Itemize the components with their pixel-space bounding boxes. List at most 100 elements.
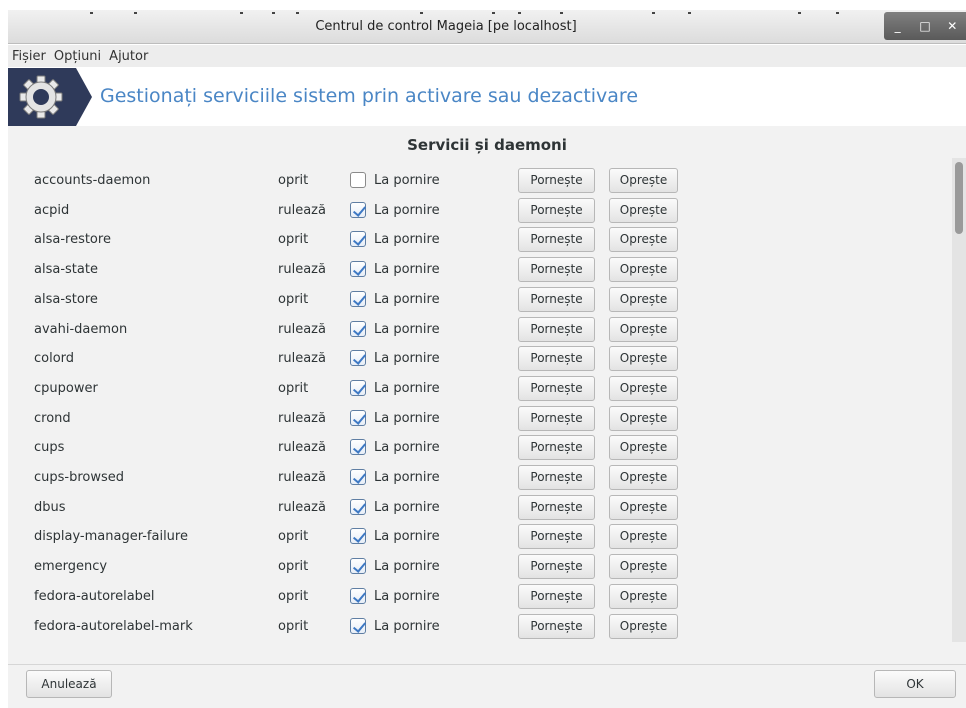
gear-icon [8, 68, 76, 126]
maximize-icon[interactable]: □ [915, 16, 935, 36]
stop-button[interactable]: Oprește [609, 316, 678, 342]
on-boot-label[interactable]: La pornire [374, 173, 440, 188]
on-boot-checkbox[interactable] [350, 558, 366, 575]
on-boot-checkbox[interactable] [350, 498, 366, 515]
start-button[interactable]: Pornește [518, 583, 595, 609]
stop-button[interactable]: Oprește [609, 435, 678, 461]
service-row: fedora-autorelabel oprit La pornire Porneșt… [8, 582, 952, 612]
on-boot-label[interactable]: La pornire [374, 203, 440, 218]
minimize-icon[interactable]: _ [888, 16, 908, 36]
close-icon[interactable]: ✕ [942, 16, 962, 36]
service-state: oprit [278, 618, 309, 634]
on-boot-label[interactable]: La pornire [374, 351, 440, 366]
service-row: cups rulează La pornire Pornește Oprește [8, 433, 952, 463]
stop-button[interactable]: Oprește [609, 465, 678, 490]
on-boot-label[interactable]: La pornire [374, 529, 440, 544]
on-boot-checkbox[interactable] [350, 290, 366, 307]
stop-button[interactable]: Oprește [609, 286, 678, 312]
stop-button[interactable]: Oprește [609, 524, 678, 550]
scrollbar-thumb[interactable] [955, 162, 963, 234]
stop-button[interactable]: Oprește [609, 197, 678, 223]
menu-file[interactable]: Fișier [12, 49, 46, 64]
on-boot-label[interactable]: La pornire [374, 470, 440, 485]
start-button[interactable]: Pornește [518, 435, 595, 461]
start-button[interactable]: Pornește [518, 613, 595, 639]
service-row: cups-browsed rulează La pornire Pornește Opr… [8, 463, 952, 493]
on-boot-checkbox[interactable] [350, 469, 366, 485]
start-button[interactable]: Pornește [518, 554, 595, 580]
service-name: avahi-daemon [34, 321, 128, 337]
on-boot-checkbox[interactable] [350, 587, 366, 604]
window-titlebar[interactable]: Centrul de control Mageia [pe localhost]… [8, 10, 966, 44]
start-button[interactable]: Pornește [518, 286, 595, 312]
service-name: acpid [34, 202, 70, 218]
on-boot-label[interactable]: La pornire [374, 381, 440, 396]
stop-button[interactable]: Oprește [609, 257, 678, 283]
on-boot-checkbox[interactable] [350, 201, 366, 218]
start-button[interactable]: Pornește [518, 197, 595, 223]
stop-button[interactable]: Oprește [609, 494, 678, 520]
stop-button[interactable]: Oprește [609, 346, 678, 372]
stop-button[interactable]: Oprește [609, 375, 678, 401]
cancel-button[interactable]: Anulează [26, 670, 112, 698]
service-state: rulează [278, 410, 326, 426]
start-button[interactable]: Pornește [518, 465, 595, 490]
service-name: cpupower [34, 380, 98, 396]
header-banner: Gestionați serviciile sistem prin activa… [8, 68, 966, 126]
start-button[interactable]: Pornește [518, 168, 595, 193]
on-boot-checkbox[interactable] [350, 231, 366, 248]
service-state: oprit [278, 380, 309, 396]
on-boot-checkbox[interactable] [350, 409, 366, 426]
on-boot-checkbox[interactable] [350, 528, 366, 545]
stop-button[interactable]: Oprește [609, 168, 678, 193]
service-row: cpupower oprit La pornire Pornește Oprește [8, 374, 952, 404]
service-state: oprit [278, 588, 309, 604]
on-boot-checkbox[interactable] [350, 439, 366, 456]
service-name: crond [34, 410, 71, 426]
service-name: emergency [34, 559, 108, 575]
stop-button[interactable]: Oprește [609, 554, 678, 580]
on-boot-label[interactable]: La pornire [374, 500, 440, 515]
on-boot-label[interactable]: La pornire [374, 262, 440, 277]
stop-button[interactable]: Oprește [609, 583, 678, 609]
on-boot-label[interactable]: La pornire [374, 440, 440, 455]
service-state: rulează [278, 440, 326, 456]
on-boot-label[interactable]: La pornire [374, 589, 440, 604]
on-boot-checkbox[interactable] [350, 617, 366, 634]
on-boot-checkbox[interactable] [350, 261, 366, 278]
on-boot-checkbox[interactable] [350, 350, 366, 367]
on-boot-label[interactable]: La pornire [374, 619, 440, 634]
vertical-scrollbar[interactable] [952, 158, 966, 642]
service-name: fedora-autorelabel-mark [34, 618, 193, 634]
start-button[interactable]: Pornește [518, 316, 595, 342]
start-button[interactable]: Pornește [518, 524, 595, 550]
service-row: avahi-daemon rulează La pornire Pornește Opr… [8, 315, 952, 345]
menu-help[interactable]: Ajutor [109, 49, 148, 64]
titlebar-decoration [8, 10, 966, 16]
start-button[interactable]: Pornește [518, 227, 595, 253]
on-boot-checkbox[interactable] [350, 172, 366, 188]
ok-button[interactable]: OK [874, 670, 956, 698]
stop-button[interactable]: Oprește [609, 613, 678, 639]
start-button[interactable]: Pornește [518, 257, 595, 283]
service-name: display-manager-failure [34, 529, 188, 545]
start-button[interactable]: Pornește [518, 375, 595, 401]
start-button[interactable]: Pornește [518, 346, 595, 372]
menu-options[interactable]: Opțiuni [54, 49, 101, 64]
on-boot-checkbox[interactable] [350, 379, 366, 396]
on-boot-checkbox[interactable] [350, 320, 366, 337]
on-boot-label[interactable]: La pornire [374, 292, 440, 307]
on-boot-label[interactable]: La pornire [374, 322, 440, 337]
on-boot-label[interactable]: La pornire [374, 232, 440, 247]
service-row: alsa-store oprit La pornire Pornește Oprește [8, 285, 952, 315]
stop-button[interactable]: Oprește [609, 227, 678, 253]
section-title: Servicii și daemoni [407, 136, 567, 154]
service-name: cups-browsed [34, 470, 125, 485]
start-button[interactable]: Pornește [518, 494, 595, 520]
start-button[interactable]: Pornește [518, 405, 595, 431]
stop-button[interactable]: Oprește [609, 405, 678, 431]
menu-bar: Fișier Opțiuni Ajutor [8, 45, 966, 67]
on-boot-label[interactable]: La pornire [374, 411, 440, 426]
on-boot-label[interactable]: La pornire [374, 559, 440, 574]
service-name: fedora-autorelabel [34, 588, 155, 604]
